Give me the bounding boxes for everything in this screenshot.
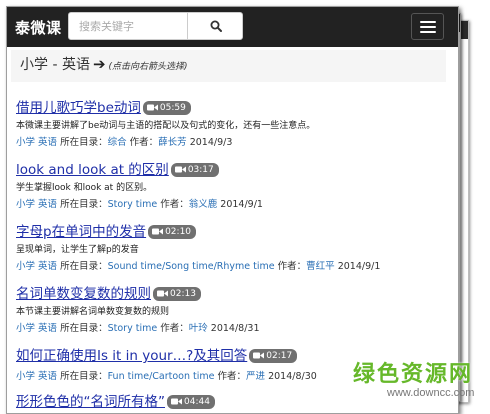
search-icon [210, 20, 222, 32]
lesson-date: 2014/9/1 [337, 261, 381, 272]
author-link[interactable]: 严进 [246, 371, 265, 382]
video-camera-icon [253, 352, 265, 359]
author-link[interactable]: 薛长芳 [158, 137, 187, 148]
lesson-date: 2014/8/30 [268, 371, 317, 382]
arrow-right-icon[interactable]: ➔ [93, 55, 106, 73]
author-link[interactable]: 翁义鹿 [189, 199, 218, 210]
lesson-title-link[interactable]: look and look at 的区别 [16, 162, 169, 178]
category-header: 小学 - 英语 ➔ (点击向右箭头选择) [11, 50, 446, 82]
list-item: look and look at 的区别 03:17 学生掌握look 和look… [16, 158, 456, 210]
duration-badge: 03:17 [170, 163, 219, 177]
subject-link[interactable]: 英语 [38, 199, 57, 210]
screenshot-page: 泰微课 小学 - 英语➔(点击向右箭头选择) 借用儿歌巧学be动词05:59 本… [6, 6, 459, 414]
menu-toggle-button[interactable] [411, 13, 444, 40]
duration-badge: 05:59 [142, 101, 191, 115]
grade-link[interactable]: 小学 [16, 261, 35, 272]
lesson-description: 本微课主要讲解了be动词与主语的搭配以及句式的变化，还有一些注意点。 [16, 121, 316, 131]
lesson-description: 本节课主要讲解名词单数变复数的规则 [16, 307, 170, 317]
search-box [68, 12, 243, 40]
lesson-meta: 小学 英语 所在目录：Story time 作者：翁义鹿 2014/9/1 [16, 199, 263, 210]
brand-logo[interactable]: 泰微课 [15, 17, 62, 38]
list-item: 名词单数变复数的规则 02:13 本节课主要讲解名词单数变复数的规则 小学 英语 … [16, 282, 456, 334]
list-item: 字母p在单词中的发音 02:10 呈现单词，让学生了解p的发音 小学 英语 所在目… [16, 220, 456, 272]
video-camera-icon [171, 398, 182, 405]
lesson-meta: 小学 英语 所在目录：Story time 作者：叶玲 2014/8/31 [16, 323, 260, 334]
hamburger-menu-icon [419, 20, 436, 23]
video-camera-icon [157, 290, 168, 297]
grade-link[interactable]: 小学 [16, 323, 35, 334]
duration-badge: 02:17 [249, 349, 298, 363]
list-item: 借用儿歌巧学be动词 05:59 本微课主要讲解了be动词与主语的搭配以及句式的变… [16, 96, 456, 148]
lesson-title-link[interactable]: 借用儿歌巧学be动词 [16, 100, 141, 116]
directory-link[interactable]: Story time [108, 199, 158, 210]
breadcrumb-label: 小学 - 英语 [20, 57, 90, 73]
lesson-title-link[interactable]: 如何正确使用Is it in your…?及其回答 [16, 348, 247, 364]
subject-link[interactable]: 英语 [38, 261, 57, 272]
video-camera-icon [174, 166, 186, 173]
navbar: 泰微课 [7, 7, 458, 47]
grade-link[interactable]: 小学 [16, 371, 35, 382]
subject-link[interactable]: 英语 [38, 371, 57, 382]
author-link[interactable]: 曹红平 [306, 261, 335, 272]
lesson-title-link[interactable]: 名词单数变复数的规则 [16, 286, 151, 302]
lesson-date: 2014/9/3 [189, 137, 233, 148]
lesson-description: 学生掌握look 和look at 的区别。 [16, 183, 153, 193]
subject-link[interactable]: 英语 [38, 137, 57, 148]
video-camera-icon [152, 228, 164, 235]
author-link[interactable]: 叶玲 [189, 323, 208, 334]
lesson-date: 2014/8/31 [210, 323, 260, 334]
grade-link[interactable]: 小学 [16, 137, 35, 148]
lesson-title-link[interactable]: 形形色色的“名词所有格” [16, 394, 165, 410]
grade-link[interactable]: 小学 [16, 199, 35, 210]
lesson-meta: 小学 英语 所在目录：综合 作者：薛长芳 2014/9/3 [16, 137, 233, 148]
lesson-date: 2014/9/1 [220, 199, 263, 210]
duration-badge: 04:44 [167, 395, 215, 409]
breadcrumb: 小学 - 英语 ➔ (点击向右箭头选择) [20, 54, 188, 74]
lesson-meta: 小学 英语 所在目录：Sound time/Song time/Rhyme ti… [16, 261, 381, 272]
directory-link[interactable]: Story time [108, 323, 158, 334]
directory-link[interactable]: Fun time/Cartoon time [108, 371, 215, 382]
watermark-url: www.downcc.com [387, 387, 475, 399]
subject-link[interactable]: 英语 [38, 323, 57, 334]
watermark-text: 绿色资源网 [353, 362, 474, 387]
directory-link[interactable]: Sound time/Song time/Rhyme time [108, 261, 275, 272]
video-camera-icon [146, 104, 158, 111]
search-button[interactable] [187, 13, 243, 39]
duration-badge: 02:10 [148, 225, 197, 239]
lesson-description: 呈现单词，让学生了解p的发音 [16, 245, 139, 255]
lesson-title-link[interactable]: 字母p在单词中的发音 [16, 224, 146, 240]
directory-link[interactable]: 综合 [108, 137, 127, 148]
breadcrumb-hint: (点击向右箭头选择) [108, 62, 188, 72]
search-input[interactable] [69, 13, 187, 39]
watermark: 绿色资源网 www.downcc.com [353, 356, 475, 408]
duration-badge: 02:13 [153, 287, 201, 301]
